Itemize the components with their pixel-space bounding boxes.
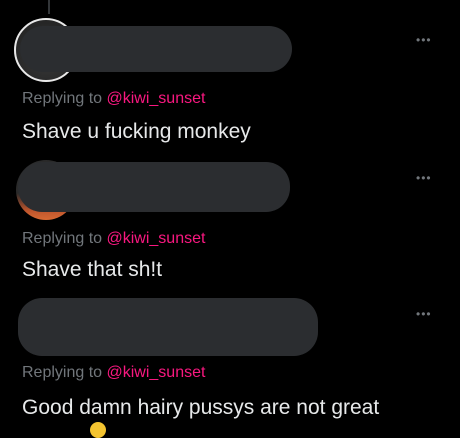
replying-to-handle-link[interactable]: @kiwi_sunset — [107, 364, 206, 381]
reply-tweet-3[interactable]: ••• Replying to @kiwi_sunset Good damn h… — [0, 0, 460, 438]
replying-to-line: Replying to @kiwi_sunset — [22, 364, 205, 382]
emoji-icon — [90, 422, 106, 438]
replying-to-label: Replying to — [22, 364, 103, 381]
more-horizontal-icon[interactable]: ••• — [416, 308, 434, 320]
redacted-username-block — [18, 298, 318, 356]
tweet-text: Good damn hairy pussys are not great — [22, 396, 380, 419]
